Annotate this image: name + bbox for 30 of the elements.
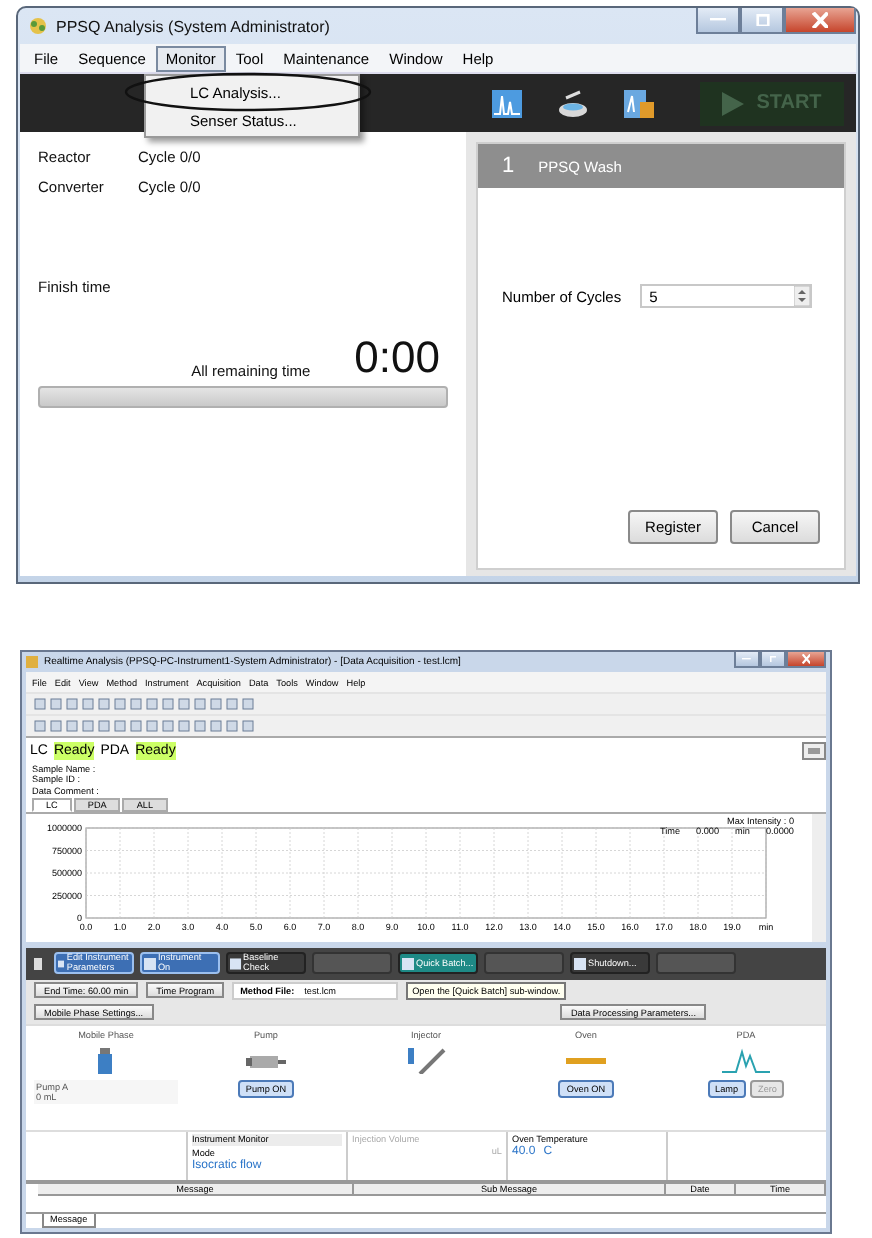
oven-bar-icon <box>566 1057 606 1064</box>
close-icon <box>801 654 811 664</box>
chromatogram-icon[interactable] <box>490 87 524 119</box>
minimize-button[interactable] <box>734 652 760 668</box>
step-number: 1 <box>502 154 515 178</box>
maximize-button[interactable] <box>740 8 784 34</box>
scrollbar[interactable] <box>812 813 826 942</box>
pin-icon[interactable] <box>32 955 48 972</box>
minimize-icon <box>710 18 726 22</box>
peak-icon <box>721 1048 771 1073</box>
dish-icon[interactable] <box>556 87 590 119</box>
maximize-icon <box>769 655 777 663</box>
close-button[interactable] <box>786 652 826 668</box>
spinner-icon[interactable] <box>793 286 810 306</box>
minimize-icon <box>742 658 752 660</box>
close-icon <box>811 11 829 29</box>
pump-icon <box>246 1055 286 1068</box>
play-icon <box>722 91 745 115</box>
remaining-time-value: 0:00 <box>354 336 440 380</box>
maximize-button[interactable] <box>760 652 786 668</box>
panel-toggle-icon[interactable] <box>802 742 826 760</box>
window-title: PPSQ Analysis (System Administrator) <box>56 17 330 35</box>
close-button[interactable] <box>784 8 856 34</box>
syringe-icon <box>408 1047 446 1074</box>
minimize-button[interactable] <box>696 8 740 34</box>
bottle-icon <box>98 1047 112 1074</box>
molecule-icon <box>28 16 48 36</box>
report-icon[interactable] <box>622 87 656 119</box>
maximize-icon <box>755 13 769 27</box>
app-icon <box>26 656 38 668</box>
